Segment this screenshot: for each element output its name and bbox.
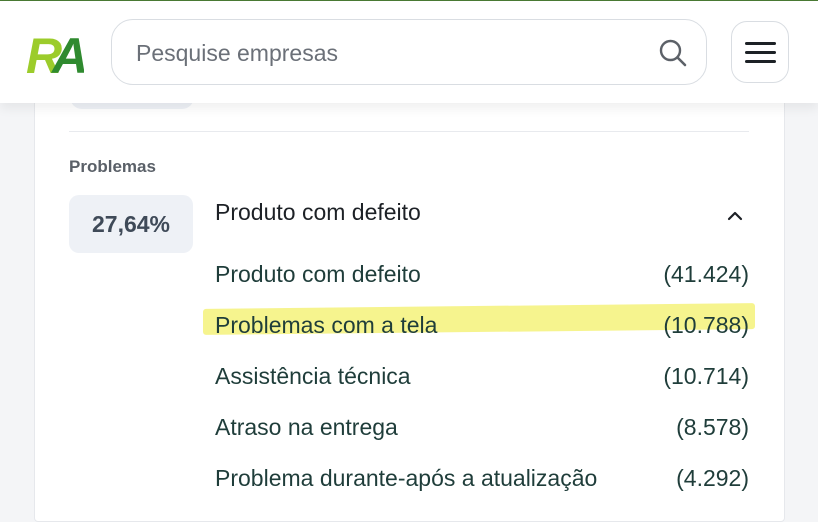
problem-item[interactable]: Assistência técnica (10.714) <box>215 351 749 402</box>
section-divider <box>69 131 749 132</box>
problem-item-count: (10.714) <box>663 363 749 389</box>
hamburger-menu-button[interactable] <box>731 21 789 83</box>
problem-item[interactable]: Atraso na entrega (8.578) <box>215 402 749 453</box>
problem-item-label: Produto com defeito <box>215 261 421 287</box>
search-icon[interactable] <box>658 38 688 68</box>
problem-item-count: (8.578) <box>676 414 749 440</box>
company-info-card: Problemas 27,64% Produto com defeito Pro… <box>34 60 785 522</box>
site-header: R A <box>0 1 818 103</box>
chevron-up-icon[interactable] <box>727 209 743 221</box>
svg-text:A: A <box>50 29 84 77</box>
search-input[interactable] <box>134 32 638 74</box>
problem-item-label: Assistência técnica <box>215 363 411 389</box>
problem-item-label: Problemas com a tela <box>215 312 438 338</box>
problem-item[interactable]: Produto com defeito (41.424) <box>215 249 749 300</box>
problem-item[interactable]: Problemas com a tela (10.788) <box>215 300 749 351</box>
ra-logo[interactable]: R A <box>26 29 84 77</box>
problem-subcategory-list: Produto com defeito (41.424) Problemas c… <box>215 249 749 504</box>
selected-problem-category: Produto com defeito <box>215 199 421 225</box>
problem-percentage-badge: 27,64% <box>69 195 193 253</box>
problem-item-count: (41.424) <box>663 261 749 287</box>
problems-section-label: Problemas <box>69 157 156 176</box>
problem-category-dropdown[interactable]: Produto com defeito <box>215 197 749 237</box>
search-box[interactable] <box>111 19 707 85</box>
problem-item[interactable]: Problema durante-após a atualização (4.2… <box>215 453 749 504</box>
problem-item-label: Atraso na entrega <box>215 414 398 440</box>
hamburger-menu-icon <box>745 42 776 45</box>
problem-item-label: Problema durante-após a atualização <box>215 465 598 491</box>
problem-item-count: (10.788) <box>663 312 749 338</box>
problem-item-count: (4.292) <box>676 465 749 491</box>
